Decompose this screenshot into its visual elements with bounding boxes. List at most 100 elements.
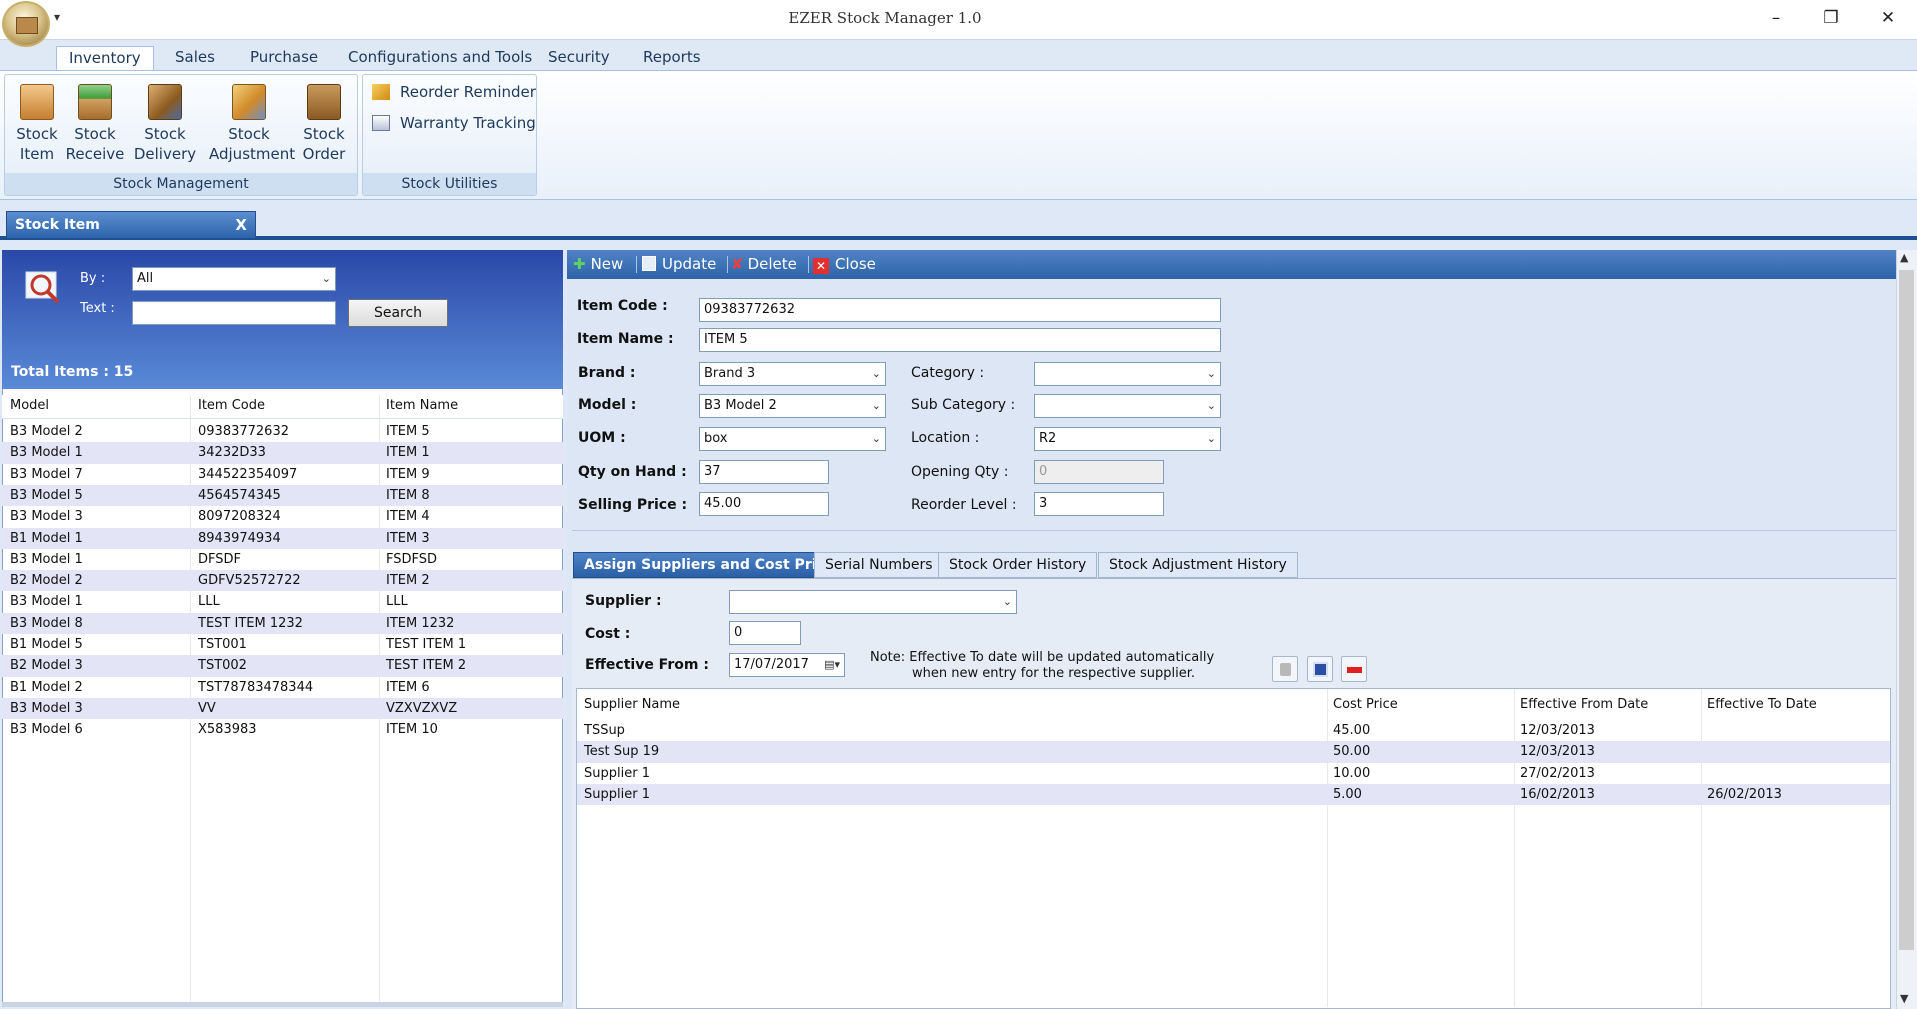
search-input[interactable] (132, 301, 336, 325)
table-row[interactable]: Test Sup 19 50.00 12/03/2013 (577, 741, 1890, 763)
doc-tab-stock-item[interactable]: Stock Item X (6, 211, 256, 238)
table-row[interactable]: B1 Model 5 TST001 TEST ITEM 1 (2, 634, 563, 655)
table-row[interactable]: B3 Model 1 DFSDF FSDFSD (2, 549, 563, 570)
tab-security[interactable]: Security (536, 46, 622, 70)
chevron-down-icon: ⌄ (1206, 367, 1216, 380)
tab-purchase[interactable]: Purchase (238, 46, 330, 70)
table-row[interactable]: Supplier 1 10.00 27/02/2013 (577, 763, 1890, 784)
qty-on-hand-input[interactable]: 37 (699, 460, 829, 484)
cell-item-name: ITEM 6 (386, 679, 430, 695)
delete-button[interactable]: ✘ Delete (731, 254, 797, 276)
table-row[interactable]: B2 Model 2 GDFV52572722 ITEM 2 (2, 570, 563, 592)
selling-price-label: Selling Price : (578, 497, 688, 513)
scrollbar-thumb[interactable] (1899, 270, 1914, 950)
table-row[interactable]: B3 Model 2 09383772632 ITEM 5 (2, 421, 563, 442)
stock-receive-button[interactable]: Stock Receive (58, 80, 132, 164)
button-label: Update (662, 255, 717, 273)
table-row[interactable]: B3 Model 8 TEST ITEM 1232 ITEM 1232 (2, 612, 563, 634)
table-row[interactable]: B1 Model 2 TST78783478344 ITEM 6 (2, 677, 563, 698)
item-name-label: Item Name : (577, 331, 674, 347)
cell-cost-price: 10.00 (1333, 765, 1371, 781)
tab-stock-order-history[interactable]: Stock Order History (938, 552, 1098, 578)
table-row[interactable]: B3 Model 5 4564574345 ITEM 8 (2, 484, 563, 507)
calendar-icon[interactable]: ▤▾ (824, 654, 840, 676)
cell-item-name: ITEM 9 (386, 466, 430, 482)
chevron-down-icon: ⌄ (321, 272, 331, 285)
app-menu-button[interactable] (2, 1, 50, 47)
tab-stock-adjustment-history[interactable]: Stock Adjustment History (1098, 552, 1298, 578)
supplier-select[interactable]: ⌄ (729, 590, 1017, 614)
location-select[interactable]: R2 ⌄ (1034, 427, 1221, 451)
cell-model: B3 Model 2 (10, 424, 83, 439)
close-button[interactable]: ✕ Close (813, 254, 876, 276)
column-header-effective-from[interactable]: Effective From Date (1520, 697, 1648, 712)
search-by-select[interactable]: All ⌄ (132, 267, 336, 291)
category-select[interactable]: ⌄ (1034, 362, 1221, 386)
save-supplier-button[interactable] (1307, 656, 1333, 682)
remove-supplier-button[interactable] (1341, 656, 1367, 682)
close-icon[interactable]: X (235, 212, 247, 238)
column-header-cost-price[interactable]: Cost Price (1333, 697, 1398, 712)
button-label: Stock (74, 125, 116, 143)
restore-button[interactable]: ❐ (1803, 4, 1859, 32)
horizontal-scrollbar[interactable] (2, 1002, 563, 1007)
button-label: New (590, 255, 624, 273)
sub-category-select[interactable]: ⌄ (1034, 394, 1221, 418)
uom-select[interactable]: box ⌄ (699, 427, 886, 451)
tab-serial-numbers[interactable]: Serial Numbers (814, 552, 944, 578)
effective-from-date-picker[interactable]: 17/07/2017 ▤▾ (729, 653, 845, 677)
column-header-supplier-name[interactable]: Supplier Name (584, 697, 680, 712)
tab-inventory[interactable]: Inventory (56, 46, 154, 70)
doc-tab-label: Stock Item (15, 217, 100, 233)
minimize-button[interactable]: – (1748, 4, 1804, 32)
table-row[interactable]: B3 Model 1 34232D33 ITEM 1 (2, 442, 563, 464)
reorder-level-input[interactable]: 3 (1034, 492, 1164, 516)
cell-cost-price: 50.00 (1333, 744, 1371, 760)
search-by-value: All (137, 271, 154, 286)
table-row[interactable]: B3 Model 6 X583983 ITEM 10 (2, 719, 563, 740)
stock-delivery-button[interactable]: Stock Delivery (128, 80, 202, 164)
chevron-down-icon: ⌄ (1206, 399, 1216, 412)
table-row[interactable]: TSSup 45.00 12/03/2013 (577, 720, 1890, 741)
column-header-item-code[interactable]: Item Code (198, 398, 265, 413)
note-line-1: Note: Effective To date will be updated … (870, 650, 1215, 665)
warranty-tracking-button[interactable]: Warranty Tracking (372, 112, 536, 134)
new-button[interactable]: ✚ New (573, 254, 623, 276)
item-code-input[interactable]: 09383772632 (699, 298, 1221, 322)
close-window-button[interactable]: ✕ (1860, 4, 1916, 32)
table-row[interactable]: Supplier 1 5.00 16/02/2013 26/02/2013 (577, 783, 1890, 806)
tab-sales[interactable]: Sales (163, 46, 227, 70)
column-header-model[interactable]: Model (10, 398, 49, 413)
cell-model: B3 Model 1 (10, 551, 83, 567)
eraser-icon (1280, 663, 1291, 676)
stock-order-icon (307, 84, 341, 120)
stock-order-button[interactable]: Stock Order (287, 80, 361, 164)
update-button[interactable]: Update (642, 254, 716, 276)
column-header-item-name[interactable]: Item Name (386, 398, 458, 413)
table-row[interactable]: B3 Model 7 344522354097 ITEM 9 (2, 464, 563, 485)
stock-adjustment-button[interactable]: Stock Adjustment (209, 80, 295, 164)
table-row[interactable]: B2 Model 3 TST002 TEST ITEM 2 (2, 655, 563, 677)
table-row[interactable]: B3 Model 1 LLL LLL (2, 591, 563, 612)
cell-model: B3 Model 5 (10, 487, 83, 503)
table-row[interactable]: B1 Model 1 8943974934 ITEM 3 (2, 527, 563, 549)
cell-supplier-name: TSSup (584, 723, 625, 738)
reorder-reminder-button[interactable]: Reorder Reminder (372, 81, 536, 103)
scroll-up-icon[interactable]: ▲ (1900, 251, 1908, 264)
column-header-effective-to[interactable]: Effective To Date (1707, 697, 1817, 712)
cell-effective-from: 27/02/2013 (1520, 765, 1595, 781)
cell-model: B3 Model 3 (10, 700, 83, 716)
model-select[interactable]: B3 Model 2 ⌄ (699, 394, 886, 418)
table-row[interactable]: B3 Model 3 8097208324 ITEM 4 (2, 506, 563, 527)
item-name-input[interactable]: ITEM 5 (699, 328, 1221, 352)
search-button[interactable]: Search (348, 299, 448, 327)
tab-assign-suppliers[interactable]: Assign Suppliers and Cost Price (573, 552, 846, 578)
cost-input[interactable]: 0 (729, 621, 801, 645)
scroll-down-icon[interactable]: ▼ (1900, 992, 1908, 1005)
tab-reports[interactable]: Reports (631, 46, 713, 70)
clear-button[interactable] (1272, 656, 1298, 682)
tab-configurations-and-tools[interactable]: Configurations and Tools (336, 46, 544, 70)
selling-price-input[interactable]: 45.00 (699, 492, 829, 516)
table-row[interactable]: B3 Model 3 VV VZXVZXVZ (2, 697, 563, 720)
brand-select[interactable]: Brand 3 ⌄ (699, 362, 886, 386)
